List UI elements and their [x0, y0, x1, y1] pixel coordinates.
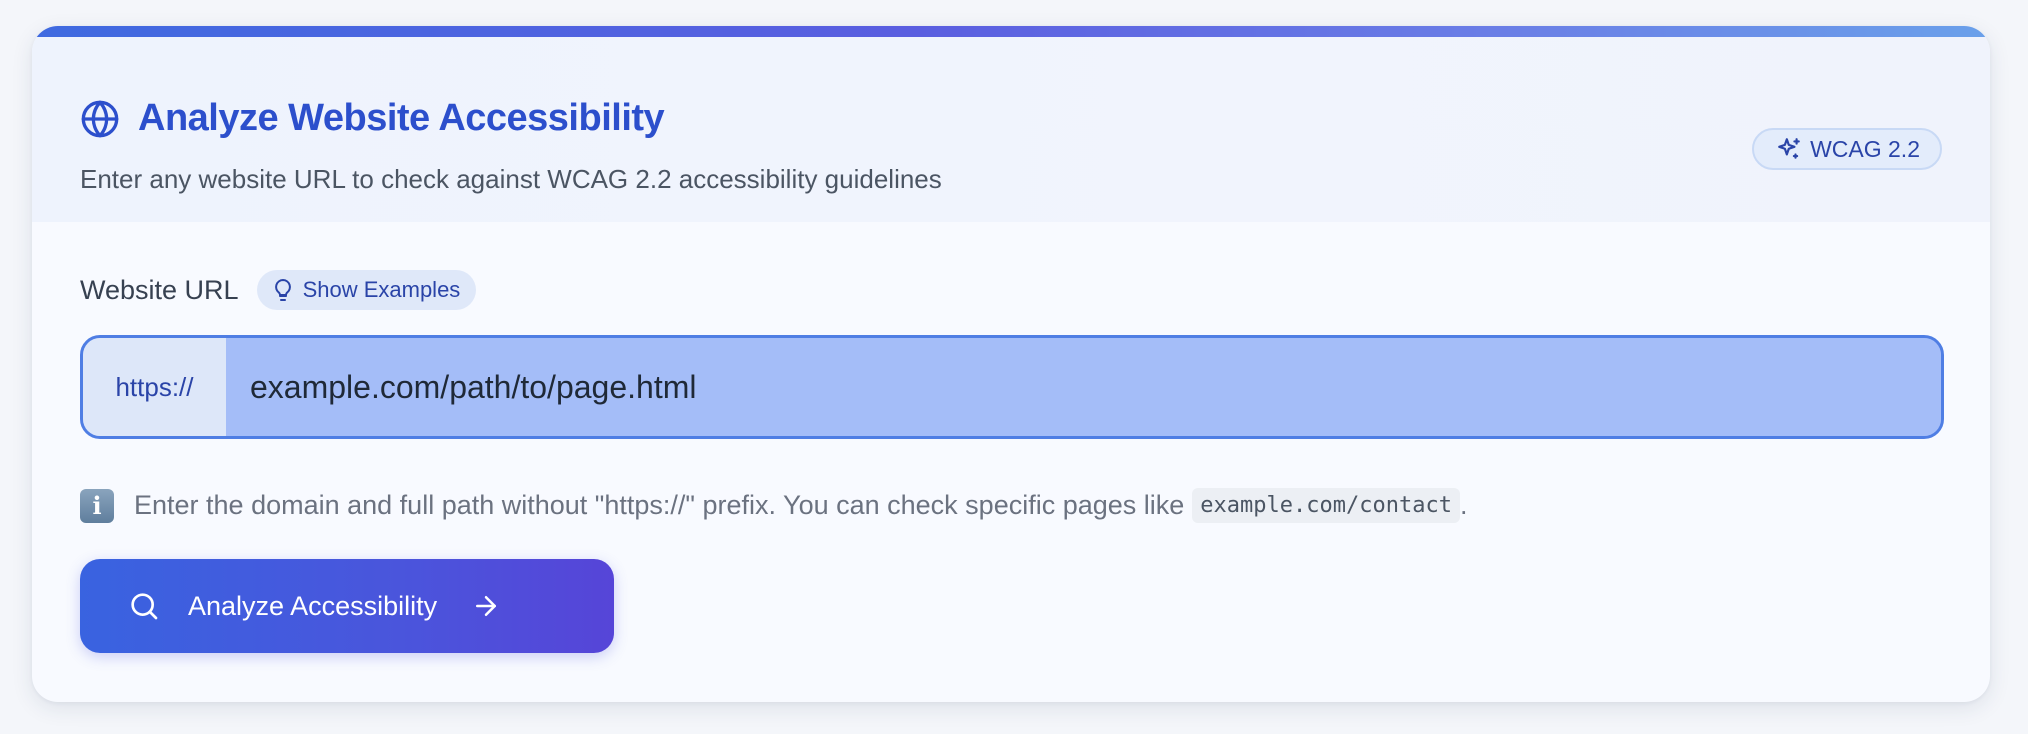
page-subtitle: Enter any website URL to check against W…: [80, 164, 942, 194]
globe-icon: [80, 99, 120, 139]
title-row: Analyze Website Accessibility: [80, 97, 665, 140]
url-field-label: Website URL: [80, 274, 239, 305]
wcag-badge-label: WCAG 2.2: [1810, 135, 1920, 162]
info-icon: i: [80, 488, 114, 523]
url-prefix: https://: [83, 338, 226, 436]
show-examples-button[interactable]: Show Examples: [256, 270, 477, 310]
lightbulb-icon: [271, 278, 295, 302]
help-suffix: .: [1459, 490, 1468, 520]
help-code-example: example.com/contact: [1192, 488, 1460, 523]
url-label-row: Website URL Show Examples: [80, 270, 477, 310]
show-examples-label: Show Examples: [302, 277, 461, 302]
arrow-right-icon: [471, 591, 501, 621]
url-input[interactable]: [226, 338, 1941, 436]
card-header: Analyze Website Accessibility Enter any …: [32, 37, 1990, 222]
analyze-button-label: Analyze Accessibility: [188, 590, 438, 621]
wcag-badge: WCAG 2.2: [1752, 128, 1942, 170]
url-help-text: i Enter the domain and full path without…: [80, 488, 1467, 523]
analyze-accessibility-button[interactable]: Analyze Accessibility: [80, 559, 614, 653]
page-title: Analyze Website Accessibility: [138, 97, 665, 139]
url-input-group: https://: [80, 335, 1944, 439]
search-icon: [128, 590, 160, 622]
help-text: Enter the domain and full path without "…: [134, 490, 1185, 520]
analyze-card: Analyze Website Accessibility Enter any …: [32, 26, 1990, 702]
sparkles-icon: [1776, 136, 1802, 162]
card-accent-bar: [32, 26, 1990, 37]
